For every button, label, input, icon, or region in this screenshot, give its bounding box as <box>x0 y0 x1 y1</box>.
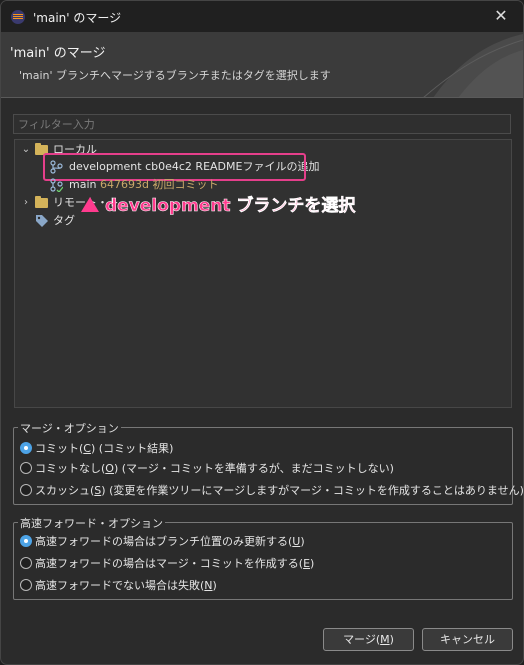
page-title: 'main' のマージ <box>10 46 106 61</box>
branch-name: main <box>69 178 97 191</box>
chevron-down-icon[interactable]: ⌄ <box>21 141 31 159</box>
merge-dialog: 'main' のマージ ✕ 'main' のマージ 'main' ブランチへマー… <box>0 0 524 665</box>
chevron-right-icon[interactable]: › <box>21 194 31 212</box>
commit-message: 初回コミット <box>152 178 219 191</box>
merge-button[interactable]: マージ(M) <box>323 628 414 651</box>
radio-commit[interactable]: コミット(C) (コミット結果) <box>20 441 173 457</box>
radio-button[interactable] <box>20 535 32 547</box>
ff-options-group: 高速フォワード・オプション 高速フォワードの場合はブランチ位置のみ更新する(U)… <box>13 515 513 600</box>
radio-button[interactable] <box>20 462 32 474</box>
radio-no-commit[interactable]: コミットなし(O) (マージ・コミットを準備するが、まだコミットしない) <box>20 461 394 477</box>
radio-no-ff[interactable]: 高速フォワードの場合はマージ・コミットを作成する(E) <box>20 556 314 572</box>
annotation-text: development ブランチを選択 <box>105 196 356 217</box>
folder-icon <box>35 196 48 208</box>
radio-button[interactable] <box>20 442 32 454</box>
radio-ff-fail[interactable]: 高速フォワードでない場合は失敗(N) <box>20 578 217 594</box>
tag-icon <box>36 215 48 227</box>
radio-button[interactable] <box>20 484 32 496</box>
window-title: 'main' のマージ <box>33 11 122 25</box>
radio-squash[interactable]: スカッシュ(S) (変更を作業ツリーにマージしますがマージ・コミットを作成するこ… <box>20 483 523 499</box>
radio-button[interactable] <box>20 557 32 569</box>
eclipse-icon <box>11 10 25 24</box>
merge-options-legend: マージ・オプション <box>18 420 121 436</box>
annotation-callout: development ブランチを選択 <box>81 191 356 217</box>
branch-checked-out-icon <box>50 178 63 192</box>
close-icon[interactable]: ✕ <box>491 6 511 26</box>
radio-button[interactable] <box>20 579 32 591</box>
banner-art <box>423 34 523 97</box>
commit-hash: 647693d <box>99 178 149 191</box>
ff-options-legend: 高速フォワード・オプション <box>18 515 165 531</box>
dialog-header: 'main' のマージ 'main' ブランチへマージするブランチまたはタグを選… <box>1 32 523 98</box>
page-description: 'main' ブランチへマージするブランチまたはタグを選択します <box>19 69 331 82</box>
arrow-up-icon <box>81 197 99 212</box>
filter-input[interactable] <box>13 114 511 134</box>
title-bar[interactable]: 'main' のマージ ✕ <box>1 1 523 32</box>
cancel-button[interactable]: キャンセル <box>422 628 513 651</box>
merge-options-group: マージ・オプション コミット(C) (コミット結果) コミットなし(O) (マー… <box>13 420 523 505</box>
radio-ff-only[interactable]: 高速フォワードの場合はブランチ位置のみ更新する(U) <box>20 534 305 550</box>
tree-label-tags: タグ <box>53 214 75 227</box>
